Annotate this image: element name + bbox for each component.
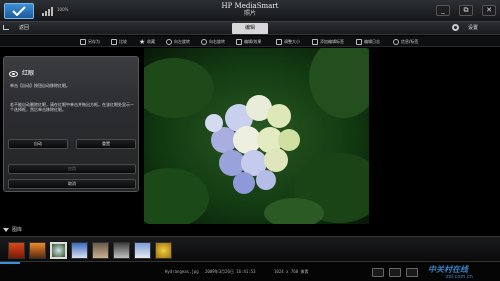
filmstrip — [0, 236, 500, 262]
thumbnail[interactable] — [8, 242, 25, 259]
reset-button[interactable]: 重置 — [76, 139, 136, 149]
app-subtitle: 照片 — [243, 10, 256, 17]
thumbnail[interactable] — [92, 242, 109, 259]
minimize-button[interactable]: _ — [436, 5, 450, 16]
add-tag-button[interactable]: 添加编辑标签 — [312, 37, 344, 46]
title-bar: 100% HP MediaSmart 照片 _ ⧉ ✕ — [0, 0, 500, 22]
hydrangea-photo — [144, 48, 369, 224]
file-datetime: 2009年3月26日 16:41:53 — [205, 269, 256, 274]
compare-label: 比较 — [119, 39, 127, 44]
fullscreen-button[interactable] — [389, 268, 401, 277]
back-button[interactable]: 返回 — [3, 24, 29, 33]
rotate-left-icon — [166, 39, 172, 45]
gallery-label: 图库 — [12, 227, 23, 233]
star-icon: ★ — [139, 38, 146, 46]
gear-icon — [452, 24, 459, 31]
thumbnail[interactable] — [134, 242, 151, 259]
save-as-label: 另存为 — [88, 39, 100, 44]
rotate-left-label: 向左旋转 — [174, 39, 190, 44]
cancel-button[interactable]: 取消 — [8, 179, 136, 189]
gallery-toggle[interactable]: 图库 — [3, 226, 22, 235]
auto-button[interactable]: 自动 — [8, 139, 68, 149]
apply-button[interactable]: 应用 — [8, 164, 136, 174]
tab-edit[interactable]: 编辑 — [232, 23, 268, 34]
chevron-down-icon — [3, 227, 9, 232]
edit-icon — [236, 39, 242, 45]
compare-icon — [111, 39, 117, 45]
rotate-right-icon — [201, 39, 207, 45]
thumbnail[interactable] — [71, 242, 88, 259]
settings-label: 设置 — [468, 25, 479, 31]
favorite-button[interactable]: ★ 收藏 — [139, 37, 155, 46]
thumbnail[interactable] — [113, 242, 130, 259]
save-as-button[interactable]: 另存为 — [80, 37, 100, 46]
add-tag-label: 添加编辑标签 — [320, 39, 344, 44]
progress-indicator — [0, 262, 20, 264]
rotate-right-label: 向右旋转 — [209, 39, 225, 44]
resize-button[interactable]: 调整大小 — [276, 37, 300, 46]
eye-icon — [9, 70, 18, 77]
watermark-url: zol.com.cn — [446, 274, 473, 280]
rotate-left-button[interactable]: 向左旋转 — [166, 37, 190, 46]
back-arrow-icon — [3, 25, 9, 30]
nav-bar: 返回 编辑 设置 — [0, 22, 500, 35]
edit-toolbar: 另存为 比较 ★ 收藏 向左旋转 向右旋转 编辑/效果 调整大小 添加编辑标签 编… — [0, 36, 500, 47]
app-title: HP MediaSmart — [221, 2, 279, 10]
panel-heading: 红眼 — [9, 68, 34, 77]
favorite-label: 收藏 — [147, 39, 155, 44]
thumbnail-selected[interactable] — [50, 242, 67, 259]
file-name: Hydrangeas.jpg — [165, 269, 199, 274]
panel-description: 单击【自动】按钮自动移除红眼。 — [10, 83, 70, 88]
thumbnail[interactable] — [29, 242, 46, 259]
rotate-right-button[interactable]: 向右旋转 — [201, 37, 225, 46]
log-icon — [356, 39, 362, 45]
filmstrip-header: 图库 — [0, 226, 500, 235]
resize-icon — [276, 39, 282, 45]
slideshow-button[interactable] — [406, 268, 418, 277]
status-bar: Hydrangeas.jpg 2009年3月26日 16:41:53 1024 … — [0, 262, 500, 281]
settings-button[interactable]: 设置 — [452, 24, 478, 33]
edit-log-button[interactable]: 编辑日志 — [356, 37, 380, 46]
panel-title: 红眼 — [22, 70, 35, 77]
edit-log-label: 编辑日志 — [364, 39, 380, 44]
back-label: 返回 — [19, 25, 30, 31]
edit-effects-label: 编辑/效果 — [244, 39, 262, 44]
edit-effects-button[interactable]: 编辑/效果 — [236, 37, 261, 46]
file-dimensions: 1024 x 768 像素 — [274, 269, 309, 274]
save-icon — [80, 39, 86, 45]
view-mode-button[interactable] — [372, 268, 384, 277]
info-tags-button[interactable]: 信息/标签 — [393, 37, 418, 46]
resize-label: 调整大小 — [284, 39, 300, 44]
tag-icon — [312, 39, 318, 45]
close-button[interactable]: ✕ — [482, 5, 496, 16]
red-eye-panel: 红眼 单击【自动】按钮自动移除红眼。 若不能自动删除红眼，请在红眼中单击并拖出方… — [3, 56, 139, 192]
photo-preview[interactable] — [144, 48, 369, 224]
restore-button[interactable]: ⧉ — [459, 5, 473, 16]
info-icon — [393, 39, 399, 45]
compare-button[interactable]: 比较 — [111, 37, 127, 46]
panel-instructions: 若不能自动删除红眼，请在红眼中单击并拖出方框。在该红眼处显示一个选择框，然后单击… — [10, 102, 134, 112]
info-tags-label: 信息/标签 — [401, 39, 419, 44]
thumbnail[interactable] — [155, 242, 172, 259]
